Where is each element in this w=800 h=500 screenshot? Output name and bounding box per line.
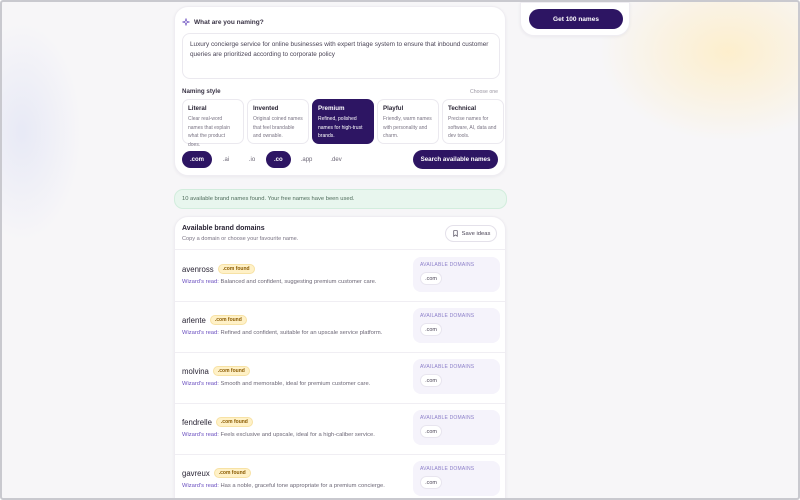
status-badge: .com found xyxy=(217,264,255,274)
list-item: molvina .com found Wizard's read: Smooth… xyxy=(175,352,507,403)
wizard-read-text: Refined and confident, suitable for an u… xyxy=(220,330,383,336)
background-glow xyxy=(2,22,82,242)
save-ideas-label: Save ideas xyxy=(461,230,491,237)
list-item: avenross .com found Wizard's read: Balan… xyxy=(175,250,507,301)
wizard-read-label: Wizard's read: xyxy=(182,381,219,387)
style-option-premium[interactable]: Premium Refined, polished names for high… xyxy=(312,99,374,144)
style-description: Original coined names that feel brandabl… xyxy=(253,116,303,140)
wizard-read-label: Wizard's read: xyxy=(182,279,219,285)
wizard-read: Wizard's read: Balanced and confident, s… xyxy=(182,279,376,285)
style-description: Friendly, warm names with personality an… xyxy=(383,116,432,140)
available-domains-box: AVAILABLE DOMAINS .com xyxy=(413,461,500,496)
wizard-read: Wizard's read: Has a noble, graceful ton… xyxy=(182,483,385,489)
domain-chip[interactable]: .com xyxy=(420,323,442,336)
wizard-read: Wizard's read: Feels exclusive and upsca… xyxy=(182,432,375,438)
choose-one-hint: Choose one xyxy=(470,89,498,95)
domain-name[interactable]: molvina xyxy=(182,367,209,376)
available-domains-box: AVAILABLE DOMAINS .com xyxy=(413,308,500,343)
domain-name[interactable]: gavreux xyxy=(182,469,210,478)
style-title: Playful xyxy=(383,105,404,112)
domain-name-row: gavreux .com found xyxy=(182,468,251,478)
status-badge: .com found xyxy=(209,315,247,325)
tld-toggle-dev[interactable]: .dev xyxy=(322,151,349,168)
wizard-read-text: Has a noble, graceful tone appropriate f… xyxy=(220,483,385,489)
domain-name-row: avenross .com found xyxy=(182,264,255,274)
available-domains-label: AVAILABLE DOMAINS xyxy=(420,364,475,370)
domain-name-row: fendrelle .com found xyxy=(182,417,253,427)
wizard-read-text: Balanced and confident, suggesting premi… xyxy=(220,279,377,285)
style-title: Invented xyxy=(253,105,279,112)
sparkle-icon xyxy=(182,18,190,26)
available-domains-label: AVAILABLE DOMAINS xyxy=(420,466,475,472)
wizard-read-label: Wizard's read: xyxy=(182,483,219,489)
results-panel: Available brand domains Copy a domain or… xyxy=(174,216,507,498)
available-domains-box: AVAILABLE DOMAINS .com xyxy=(413,410,500,445)
domain-name[interactable]: fendrelle xyxy=(182,418,212,427)
tld-toggle-ai[interactable]: .ai xyxy=(214,151,238,168)
available-domains-label: AVAILABLE DOMAINS xyxy=(420,313,475,319)
status-badge: .com found xyxy=(212,366,250,376)
available-domains-box: AVAILABLE DOMAINS .com xyxy=(413,359,500,394)
tld-toggle-com[interactable]: .com xyxy=(182,151,213,168)
bookmark-icon xyxy=(453,230,458,237)
style-description: Clear real-word names that explain what … xyxy=(188,116,230,148)
description-input[interactable]: Luxury concierge service for online busi… xyxy=(182,33,500,79)
success-banner: 10 available brand names found. Your fre… xyxy=(174,189,507,209)
domain-name[interactable]: avenross xyxy=(182,265,214,274)
tld-selector: .com .ai .io .co .app .dev xyxy=(182,151,350,168)
domain-name[interactable]: arlente xyxy=(182,316,206,325)
style-title: Technical xyxy=(448,105,477,112)
naming-style-label: Naming style xyxy=(182,88,221,95)
list-item: fendrelle .com found Wizard's read: Feel… xyxy=(175,403,507,454)
domain-chip[interactable]: .com xyxy=(420,272,442,285)
wizard-read: Wizard's read: Smooth and memorable, ide… xyxy=(182,381,370,387)
wizard-read: Wizard's read: Refined and confident, su… xyxy=(182,330,382,336)
naming-form: What are you naming? Luxury concierge se… xyxy=(174,6,506,176)
naming-style-options: Literal Clear real-word names that expla… xyxy=(182,99,504,148)
list-item: arlente .com found Wizard's read: Refine… xyxy=(175,301,507,352)
question-label: What are you naming? xyxy=(194,18,264,26)
style-option-literal[interactable]: Literal Clear real-word names that expla… xyxy=(182,99,244,148)
question-heading: What are you naming? xyxy=(182,18,264,26)
available-domains-label: AVAILABLE DOMAINS xyxy=(420,262,475,268)
get-100-names-button[interactable]: Get 100 names xyxy=(529,9,623,29)
available-domains-label: AVAILABLE DOMAINS xyxy=(420,415,475,421)
domain-chip[interactable]: .com xyxy=(420,476,442,489)
browser-viewport: Get 100 names What are you naming? Luxur… xyxy=(0,0,800,500)
save-ideas-button[interactable]: Save ideas xyxy=(445,225,497,242)
results-title: Available brand domains xyxy=(182,225,265,232)
style-option-invented[interactable]: Invented Original coined names that feel… xyxy=(247,99,309,144)
status-badge: .com found xyxy=(213,468,251,478)
wizard-read-text: Smooth and memorable, ideal for premium … xyxy=(220,381,371,387)
style-description: Precise names for software, AI, data and… xyxy=(448,116,497,140)
style-title: Premium xyxy=(318,105,345,112)
search-available-names-button[interactable]: Search available names xyxy=(413,150,498,169)
available-domains-box: AVAILABLE DOMAINS .com xyxy=(413,257,500,292)
wizard-read-text: Feels exclusive and upscale, ideal for a… xyxy=(220,432,375,438)
list-item: gavreux .com found Wizard's read: Has a … xyxy=(175,454,507,498)
tld-toggle-app[interactable]: .app xyxy=(293,151,321,168)
style-option-technical[interactable]: Technical Precise names for software, AI… xyxy=(442,99,504,144)
domain-chip[interactable]: .com xyxy=(420,374,442,387)
tld-toggle-io[interactable]: .io xyxy=(240,151,264,168)
wizard-read-label: Wizard's read: xyxy=(182,432,219,438)
results-subtitle: Copy a domain or choose your favourite n… xyxy=(182,236,299,242)
upgrade-card: Get 100 names xyxy=(520,2,630,36)
tld-toggle-co[interactable]: .co xyxy=(266,151,291,168)
domain-name-row: molvina .com found xyxy=(182,366,250,376)
domain-name-row: arlente .com found xyxy=(182,315,247,325)
status-badge: .com found xyxy=(215,417,253,427)
style-option-playful[interactable]: Playful Friendly, warm names with person… xyxy=(377,99,439,144)
style-description: Refined, polished names for high-trust b… xyxy=(318,116,363,140)
domain-chip[interactable]: .com xyxy=(420,425,442,438)
wizard-read-label: Wizard's read: xyxy=(182,330,219,336)
style-title: Literal xyxy=(188,105,207,112)
